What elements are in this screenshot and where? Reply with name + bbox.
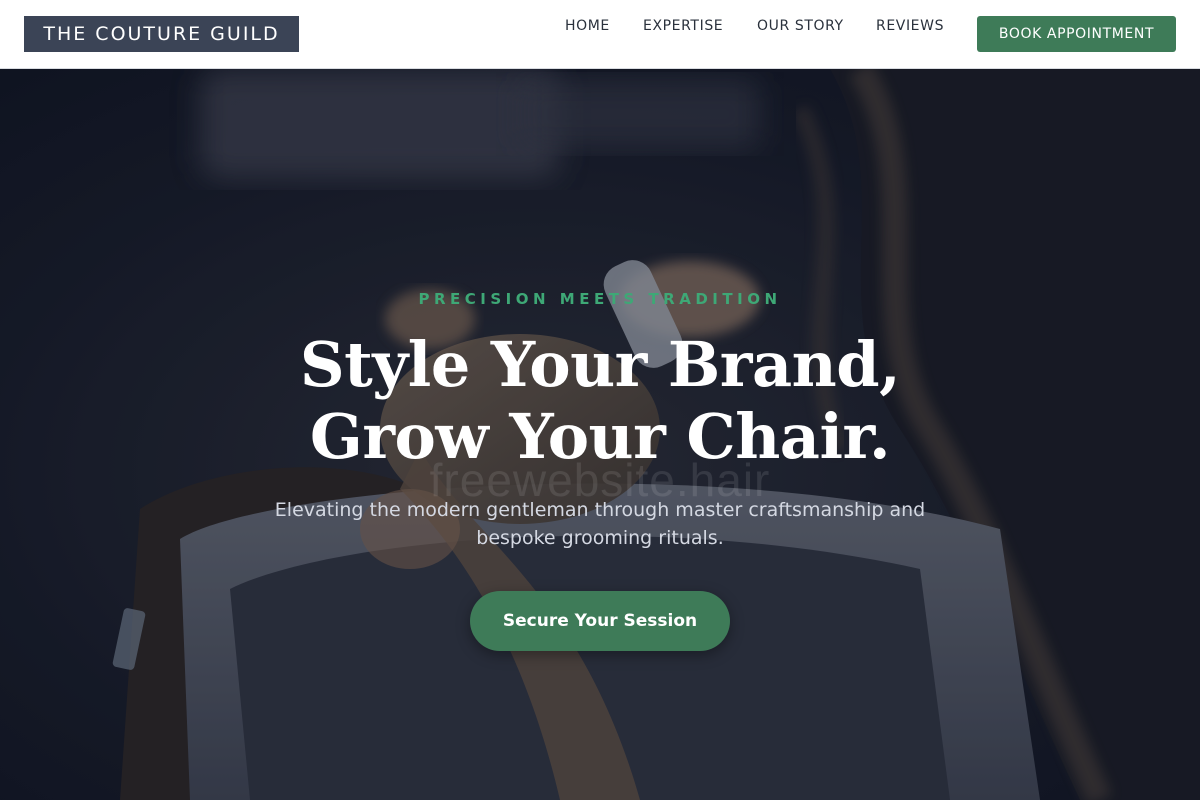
hero-eyebrow: PRECISION MEETS TRADITION (418, 290, 782, 308)
brand-logo[interactable]: THE COUTURE GUILD (24, 16, 299, 52)
headline-line-1: Style Your Brand, (299, 328, 901, 401)
nav-link-reviews[interactable]: REVIEWS (876, 16, 944, 36)
top-nav: THE COUTURE GUILD HOME EXPERTISE OUR STO… (0, 0, 1200, 69)
hero-headline: Style Your Brand, Grow Your Chair. (0, 329, 1200, 473)
hero-section: PRECISION MEETS TRADITION Style Your Bra… (0, 69, 1200, 800)
secure-session-button[interactable]: Secure Your Session (470, 591, 730, 651)
nav-link-home[interactable]: HOME (565, 16, 610, 36)
nav-link-expertise[interactable]: EXPERTISE (643, 16, 723, 36)
nav-link-our-story[interactable]: OUR STORY (757, 16, 844, 36)
book-appointment-button[interactable]: BOOK APPOINTMENT (977, 16, 1176, 52)
hero-subtext: Elevating the modern gentleman through m… (274, 499, 926, 549)
